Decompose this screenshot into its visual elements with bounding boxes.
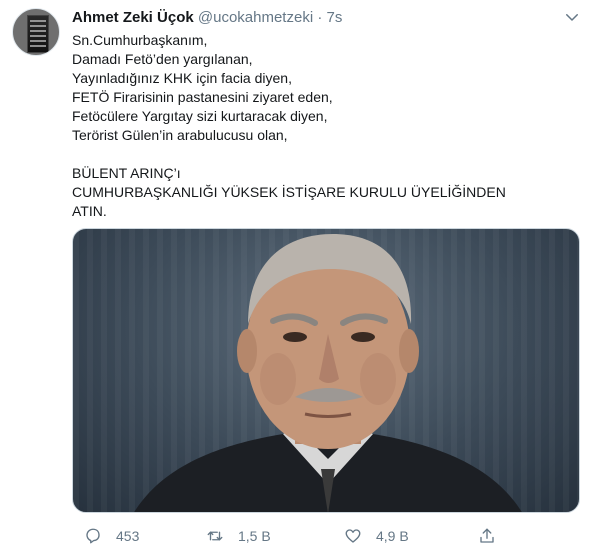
tweet-text: Sn.Cumhurbaşkanım, Damadı Fetö’den yargı… [72, 31, 572, 221]
retweet-count: 1,5 B [238, 528, 271, 544]
share-button[interactable] [478, 524, 510, 548]
separator-dot: · [317, 9, 323, 26]
tweet-text-line: BÜLENT ARINÇ’ı [72, 165, 181, 181]
tweet-text-line: Damadı Fetö’den yargılanan, [72, 51, 253, 67]
reply-button[interactable]: 453 [84, 524, 139, 548]
tweet-header: Ahmet Zeki Üçok @ucokahmetzeki · 7s [72, 8, 577, 28]
heart-icon [345, 529, 361, 543]
tweet-photo[interactable] [72, 228, 580, 513]
reply-icon [86, 528, 100, 544]
share-icon [480, 528, 494, 543]
chevron-down-icon[interactable] [563, 8, 581, 26]
tweet-timestamp[interactable]: 7s [327, 9, 343, 26]
retweet-icon [207, 531, 223, 541]
tweet-text-line: FETÖ Firarisinin pastanesini ziyaret ede… [72, 89, 333, 105]
author-handle[interactable]: @ucokahmetzeki [198, 9, 313, 26]
tweet-text-line: CUMHURBAŞKANLIĞI YÜKSEK İSTİŞARE KURULU … [72, 184, 506, 200]
retweet-button[interactable]: 1,5 B [206, 524, 271, 548]
tweet-text-line: Terörist Gülen’in arabulucusu olan, [72, 127, 288, 143]
portrait-illustration [134, 234, 522, 512]
tweet-text-line: Yayınladığınız KHK için facia diyen, [72, 70, 292, 86]
like-button[interactable]: 4,9 B [344, 524, 409, 548]
tweet[interactable]: Ahmet Zeki Üçok @ucokahmetzeki · 7s Sn.C… [0, 0, 597, 558]
tweet-text-line: ATIN. [72, 203, 107, 219]
avatar-book-image [27, 15, 49, 53]
reply-count: 453 [116, 528, 140, 544]
author-name[interactable]: Ahmet Zeki Üçok [72, 9, 194, 26]
tweet-text-line: Fetöcülere Yargıtay sizi kurtaracak diye… [72, 108, 328, 124]
tweet-text-line: Sn.Cumhurbaşkanım, [72, 32, 208, 48]
tweet-actions: 453 1,5 B 4,9 B [72, 524, 572, 548]
like-count: 4,9 B [376, 528, 409, 544]
avatar[interactable] [12, 8, 60, 56]
